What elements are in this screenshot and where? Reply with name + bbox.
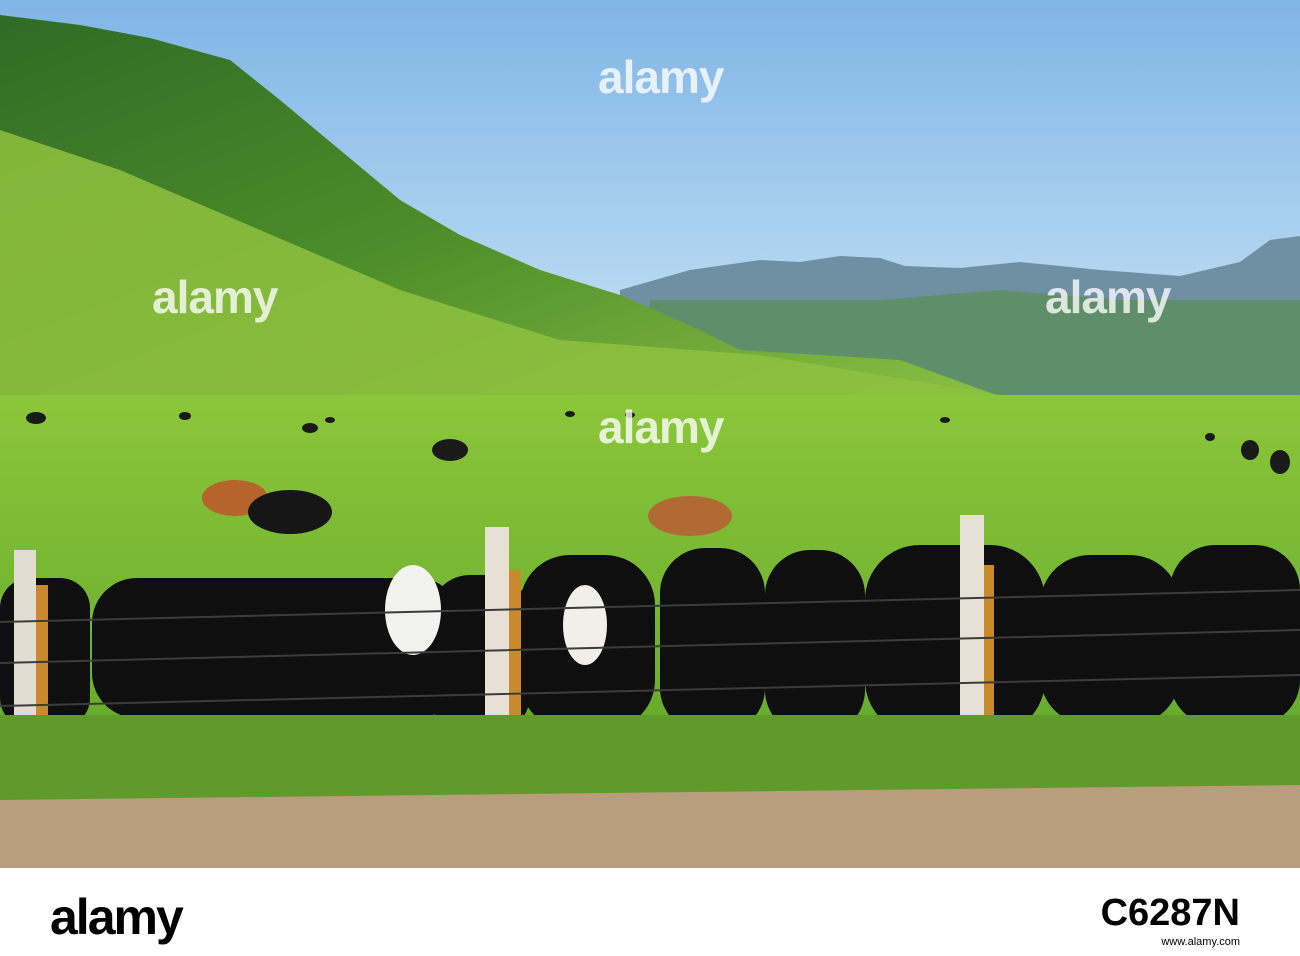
white-face-cow-2: [563, 585, 607, 665]
black-cow-grazing: [248, 490, 332, 534]
brown-cow-right: [648, 496, 732, 536]
stock-photo-frame: alamy alamy alamy alamy alamy C6287N www…: [0, 0, 1300, 956]
fence-post-3: [960, 515, 984, 740]
watermark: alamy: [598, 51, 724, 103]
fence-post-wood-2: [509, 570, 521, 720]
image-id: C6287N: [1100, 892, 1240, 934]
site-url: www.alamy.com: [1161, 936, 1240, 948]
watermark: alamy: [1045, 271, 1171, 323]
fence-post-wood-3: [984, 565, 994, 730]
fence-post-2: [485, 527, 509, 742]
landscape-photo: alamy alamy alamy alamy: [0, 0, 1300, 868]
white-face-cow-1: [385, 565, 441, 655]
watermark: alamy: [598, 401, 724, 453]
fence-post-1: [14, 550, 36, 740]
stock-footer: alamy C6287N www.alamy.com: [0, 868, 1300, 956]
watermark: alamy: [152, 271, 278, 323]
brand-logo: alamy: [50, 889, 184, 945]
